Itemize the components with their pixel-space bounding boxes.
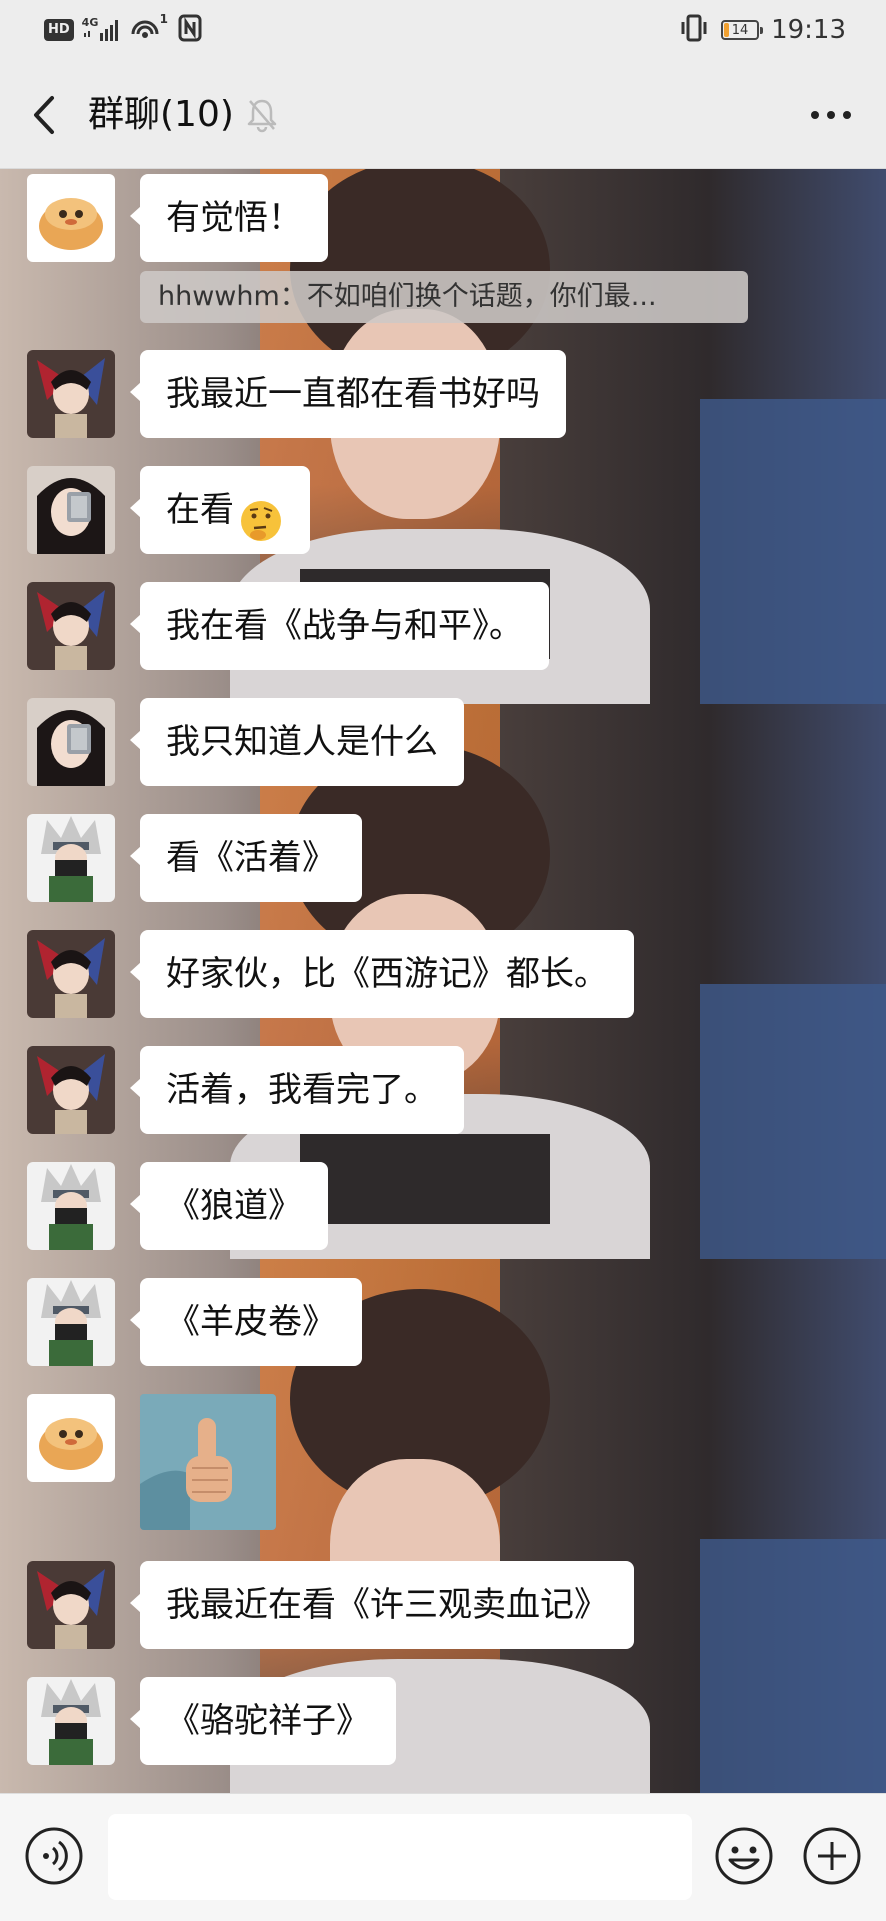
status-bar: HD 4G 1 14 19:13 bbox=[0, 0, 886, 60]
status-right: 14 19:13 bbox=[679, 14, 846, 46]
message-bubble[interactable]: 活着，我看完了。 bbox=[130, 1046, 464, 1134]
message-bubble[interactable]: 《狼道》 bbox=[130, 1162, 328, 1250]
status-left: HD 4G 1 bbox=[44, 12, 202, 46]
kakashi-avatar[interactable] bbox=[27, 1677, 115, 1765]
message-bubble[interactable]: 在看 bbox=[130, 466, 310, 554]
mute-bell-icon bbox=[246, 97, 278, 133]
wifi-hotspot-icon: 1 bbox=[130, 12, 170, 44]
message-bubble[interactable]: 看《活着》 bbox=[130, 814, 362, 902]
more-dots-icon[interactable] bbox=[806, 100, 856, 130]
anime-boy-avatar[interactable] bbox=[27, 1561, 115, 1649]
battery-level: 14 bbox=[731, 23, 749, 38]
clock: 19:13 bbox=[771, 15, 846, 45]
message-bubble[interactable]: 我最近在看《许三观卖血记》 bbox=[130, 1561, 634, 1649]
back-arrow-icon[interactable] bbox=[28, 92, 64, 138]
message-bubble[interactable]: 我在看《战争与和平》。 bbox=[130, 582, 549, 670]
quoted-message[interactable]: hhwwhm：不如咱们换个话题，你们最... bbox=[140, 271, 748, 323]
cream-puff-avatar[interactable] bbox=[27, 1394, 115, 1482]
input-bar bbox=[0, 1793, 886, 1921]
chat-header: 群聊(10) bbox=[0, 60, 886, 169]
message-bubble[interactable]: 我只知道人是什么 bbox=[130, 698, 464, 786]
voice-icon[interactable] bbox=[24, 1826, 84, 1886]
nfc-icon bbox=[178, 14, 202, 46]
signal-icon: 4G bbox=[82, 17, 122, 43]
message-bubble[interactable]: 《羊皮卷》 bbox=[130, 1278, 362, 1366]
battery-fill bbox=[724, 23, 729, 37]
message-bubble[interactable]: 《骆驼祥子》 bbox=[130, 1677, 396, 1765]
emoji-icon[interactable] bbox=[714, 1826, 774, 1886]
anime-boy-avatar[interactable] bbox=[27, 582, 115, 670]
vibrate-icon bbox=[679, 14, 709, 46]
plus-icon[interactable] bbox=[802, 1826, 862, 1886]
message-bubble[interactable]: 我最近一直都在看书好吗 bbox=[130, 350, 566, 438]
girl-selfie-avatar[interactable] bbox=[27, 698, 115, 786]
kakashi-avatar[interactable] bbox=[27, 1278, 115, 1366]
message-bubble[interactable]: 好家伙，比《西游记》都长。 bbox=[130, 930, 634, 1018]
page-title: 群聊(10) bbox=[88, 94, 234, 135]
thumbs-up-sticker[interactable] bbox=[140, 1394, 276, 1530]
thinking-face-emoji bbox=[238, 489, 284, 541]
battery-icon: 14 bbox=[721, 20, 764, 40]
message-text: 在看 bbox=[166, 490, 234, 530]
anime-boy-avatar[interactable] bbox=[27, 930, 115, 1018]
chat-area[interactable]: 有觉悟！ hhwwhm：不如咱们换个话题，你们最... 我最近一直都在看书好吗 bbox=[0, 169, 886, 1793]
hd-icon: HD bbox=[44, 19, 74, 41]
message-bubble[interactable]: 有觉悟！ bbox=[130, 174, 328, 262]
kakashi-avatar[interactable] bbox=[27, 1162, 115, 1250]
girl-selfie-avatar[interactable] bbox=[27, 466, 115, 554]
kakashi-avatar[interactable] bbox=[27, 814, 115, 902]
anime-boy-avatar[interactable] bbox=[27, 1046, 115, 1134]
cream-puff-avatar[interactable] bbox=[27, 174, 115, 262]
message-input[interactable] bbox=[108, 1814, 692, 1900]
anime-boy-avatar[interactable] bbox=[27, 350, 115, 438]
